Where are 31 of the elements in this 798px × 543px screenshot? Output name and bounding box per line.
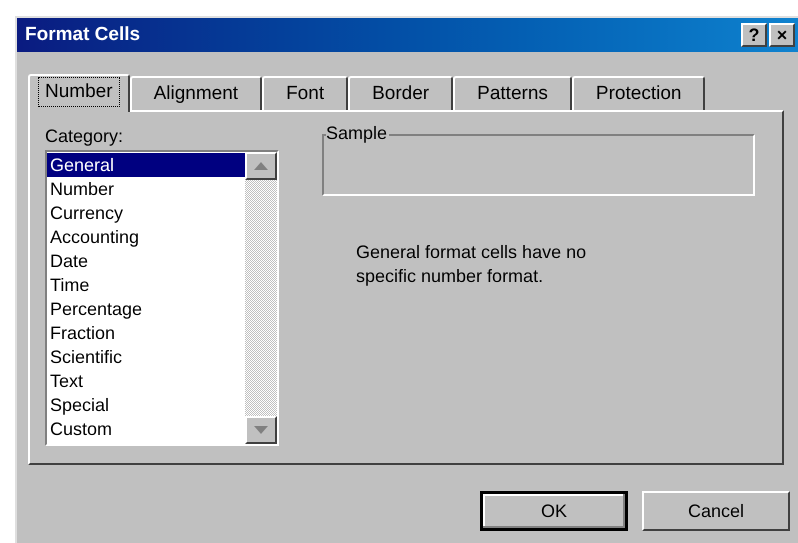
list-item[interactable]: Percentage — [47, 297, 245, 321]
list-item[interactable]: Currency — [47, 201, 245, 225]
category-label: Category: — [45, 125, 124, 148]
ok-button[interactable]: OK — [480, 491, 628, 531]
list-item[interactable]: Fraction — [47, 321, 245, 345]
down-arrow-icon — [254, 426, 268, 434]
list-item[interactable]: Accounting — [47, 225, 245, 249]
list-item[interactable]: Custom — [47, 417, 245, 441]
description-text: General format cells have no specific number format. — [356, 241, 588, 288]
tab[interactable]: Border — [348, 76, 454, 110]
window-title: Format Cells — [25, 22, 140, 47]
list-item[interactable]: Number — [47, 177, 245, 201]
tab[interactable]: Alignment — [130, 76, 262, 110]
close-button[interactable]: × — [769, 23, 795, 47]
list-item[interactable]: Special — [47, 393, 245, 417]
help-button[interactable]: ? — [741, 23, 767, 47]
cancel-button[interactable]: Cancel — [642, 491, 790, 531]
list-item[interactable]: General — [47, 153, 245, 177]
tab[interactable]: Font — [262, 76, 348, 110]
tab[interactable]: Patterns — [453, 76, 572, 110]
list-item[interactable]: Scientific — [47, 345, 245, 369]
scrollbar[interactable] — [245, 152, 277, 444]
up-arrow-icon — [254, 162, 268, 170]
list-item[interactable]: Text — [47, 369, 245, 393]
scroll-up-button[interactable] — [245, 152, 277, 180]
tab[interactable]: Number — [28, 74, 130, 112]
scroll-down-button[interactable] — [245, 416, 277, 444]
list-item[interactable]: Time — [47, 273, 245, 297]
tab[interactable]: Protection — [572, 76, 706, 110]
category-list[interactable]: General Number Currency Accounting Date Time Percentage Fraction Scientific Text Special Custom — [45, 150, 279, 446]
list-item[interactable]: Date — [47, 249, 245, 273]
